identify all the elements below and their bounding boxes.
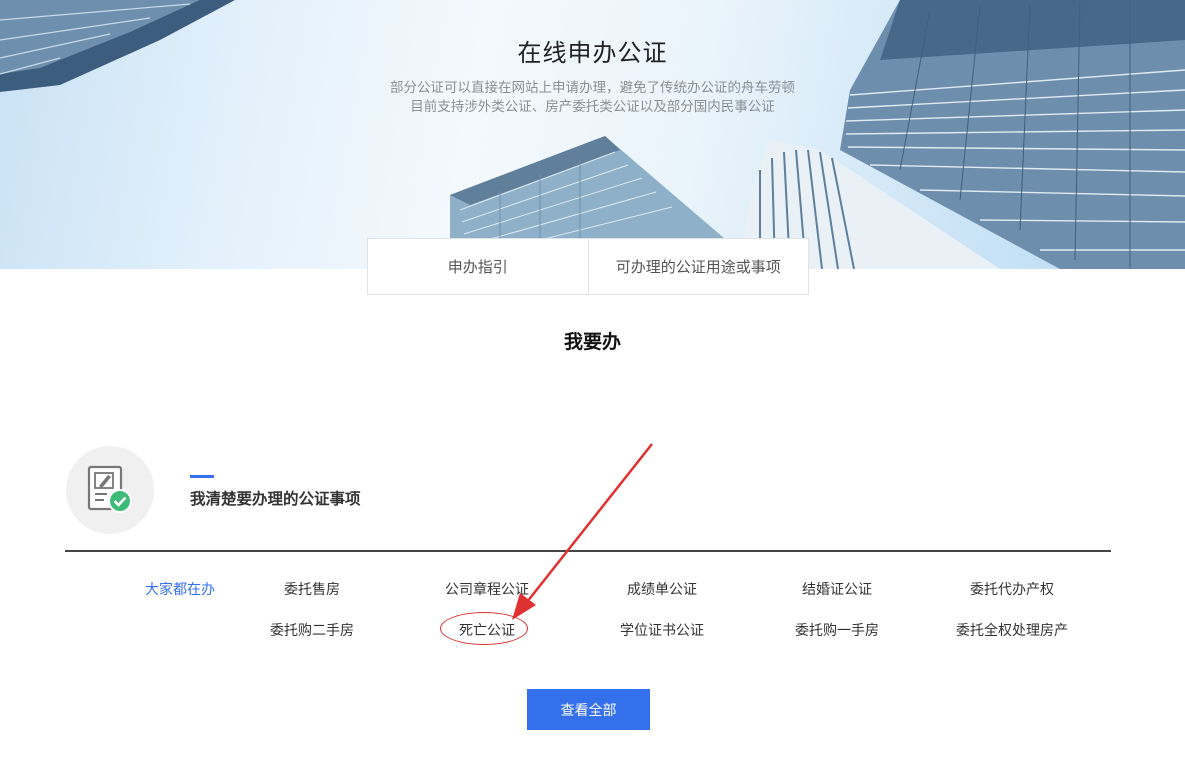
tab-bar: 申办指引 可办理的公证用途或事项 (367, 238, 809, 295)
popular-label: 大家都在办 (145, 582, 215, 598)
category-title: 我清楚要办理的公证事项 (190, 490, 361, 508)
service-item[interactable]: 委托代办产权 (970, 579, 1054, 599)
tab-application-guide[interactable]: 申办指引 (368, 239, 588, 294)
service-item[interactable]: 委托购二手房 (270, 620, 354, 640)
service-item[interactable]: 委托售房 (284, 579, 340, 599)
service-item[interactable]: 委托全权处理房产 (956, 620, 1068, 640)
view-all-button[interactable]: 查看全部 (527, 689, 650, 730)
highlight-circle-annotation (440, 612, 528, 645)
hero-banner: 在线申办公证 部分公证可以直接在网站上申请办理，避免了传统办公证的舟车劳顿 目前… (0, 0, 1185, 269)
document-check-icon (87, 465, 132, 513)
service-item[interactable]: 结婚证公证 (802, 579, 872, 599)
service-item[interactable]: 学位证书公证 (620, 620, 704, 640)
accent-bar (190, 475, 214, 478)
hero-subtitle-line1: 部分公证可以直接在网站上申请办理，避免了传统办公证的舟车劳顿 (390, 80, 795, 96)
service-item[interactable]: 委托购一手房 (795, 620, 879, 640)
service-item[interactable]: 公司章程公证 (445, 579, 529, 599)
tab-notary-purposes[interactable]: 可办理的公证用途或事项 (587, 239, 809, 294)
section-divider (65, 550, 1111, 552)
page-title: 在线申办公证 (517, 39, 668, 67)
section-title: 我要办 (563, 331, 621, 353)
service-item[interactable]: 成绩单公证 (627, 579, 697, 599)
category-icon-circle (66, 446, 154, 534)
hero-subtitle-line2: 目前支持涉外类公证、房产委托类公证以及部分国内民事公证 (410, 99, 775, 115)
